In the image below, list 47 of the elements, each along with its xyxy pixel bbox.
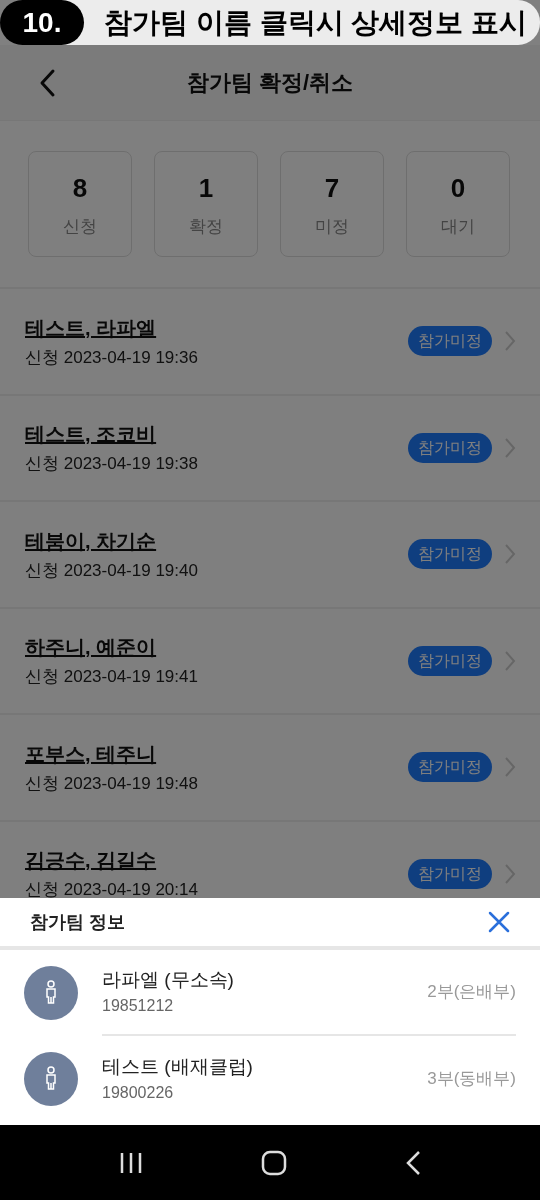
team-name-link[interactable]: 김긍수, 김길수 xyxy=(25,845,157,875)
stat-label: 미정 xyxy=(315,215,349,238)
status-badge: 참가미정 xyxy=(408,645,492,676)
team-name-link[interactable]: 포부스, 테주니 xyxy=(25,738,157,769)
chevron-right-icon[interactable] xyxy=(504,330,516,353)
team-name-link[interactable]: 테스트, 조코비 xyxy=(25,419,157,449)
member-name: 테스트 (배재클럽) xyxy=(102,1054,254,1079)
stat-value: 7 xyxy=(324,171,340,205)
back-icon[interactable] xyxy=(405,1149,421,1176)
member-division: 2부(은배부) xyxy=(427,981,516,1004)
sheet-title: 참가팀 정보 xyxy=(30,910,125,934)
status-badge: 참가미정 xyxy=(408,326,492,357)
chevron-right-icon[interactable] xyxy=(504,436,516,459)
applied-date: 신청 2023-04-19 19:41 xyxy=(25,666,199,688)
stat-label: 대기 xyxy=(441,215,475,238)
team-name-link[interactable]: 테스트, 라파엘 xyxy=(25,312,157,343)
applied-date: 신청 2023-04-19 19:40 xyxy=(25,559,199,582)
member-birthdate: 19851212 xyxy=(102,996,175,1017)
team-name-link[interactable]: 하주니, 예준이 xyxy=(25,632,157,662)
stat-value: 1 xyxy=(198,171,214,205)
applied-date: 신청 2023-04-19 19:48 xyxy=(25,772,199,795)
member-birthdate: 19800226 xyxy=(102,1083,175,1104)
status-badge: 참가미정 xyxy=(408,539,492,570)
close-icon[interactable] xyxy=(488,911,510,933)
applied-date: 신청 2023-04-19 19:38 xyxy=(25,453,199,475)
status-badge: 참가미정 xyxy=(408,752,492,783)
team-name-link[interactable]: 테붐이, 차기순 xyxy=(25,525,157,556)
member-name: 라파엘 (무소속) xyxy=(102,967,235,992)
applied-date: 신청 2023-04-19 20:14 xyxy=(25,879,199,898)
status-badge: 참가미정 xyxy=(408,858,492,889)
recent-apps-icon[interactable] xyxy=(119,1150,143,1175)
person-avatar-icon xyxy=(24,1052,78,1106)
chevron-right-icon[interactable] xyxy=(504,756,516,779)
chevron-right-icon[interactable] xyxy=(504,649,516,672)
chevron-right-icon[interactable] xyxy=(504,862,516,885)
person-avatar-icon xyxy=(24,966,78,1020)
status-badge: 참가미정 xyxy=(408,432,492,463)
chevron-right-icon[interactable] xyxy=(504,543,516,566)
page-title: 참가팀 확정/취소 xyxy=(185,69,355,97)
stat-label: 확정 xyxy=(189,215,223,238)
stat-label: 신청 xyxy=(63,215,97,238)
stat-value: 0 xyxy=(450,171,466,205)
applied-date: 신청 2023-04-19 19:36 xyxy=(25,346,199,369)
stat-value: 8 xyxy=(72,171,88,205)
step-number: 10. xyxy=(0,0,84,45)
member-division: 3부(동배부) xyxy=(427,1068,516,1091)
home-icon[interactable] xyxy=(261,1149,287,1176)
